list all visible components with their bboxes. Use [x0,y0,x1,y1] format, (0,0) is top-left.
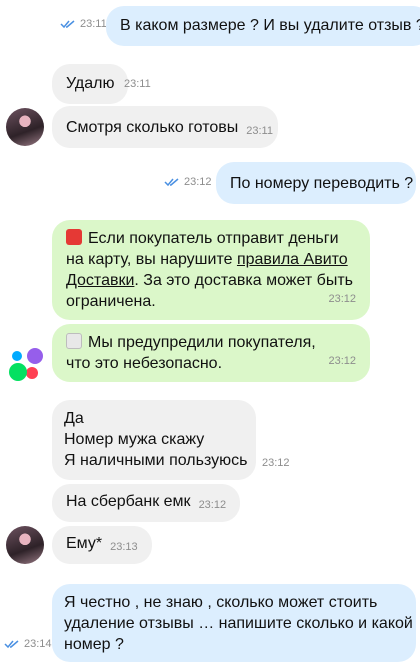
message-time: 23:12 [262,457,290,469]
message-meta: 23:14 [4,638,52,650]
message-time: 23:12 [328,355,356,367]
message-time: 23:12 [328,293,356,305]
message-text: Я честно , не знаю , сколько может стоит… [64,594,378,611]
message-text: Я наличными пользуюсь [64,452,248,469]
delivery-link[interactable]: Доставки [66,272,134,289]
incoming-message[interactable]: Смотря сколько готовы 23:11 [52,106,278,148]
double-check-icon [164,178,179,187]
message-meta: 23:12 [164,176,212,188]
chat-thread: 23:11 В каком размере ? И вы удалите отз… [0,0,420,671]
message-time: 23:11 [124,78,151,90]
message-text: Смотря сколько готовы [66,119,239,136]
message-text: удаление отзывы … напишите сколько и как… [64,615,413,632]
avatar[interactable] [6,526,44,564]
system-message: Если покупатель отправит деньги на карту… [52,220,370,320]
rules-link[interactable]: правила Авито [237,251,348,268]
message-text: Ему* [66,535,103,552]
message-text: Номер мужа скажу [64,431,205,448]
message-time: 23:11 [246,125,273,137]
message-text: Если покупатель отправит деньги [88,230,339,247]
avatar[interactable] [6,108,44,146]
incoming-message[interactable]: Ему* 23:13 [52,526,152,564]
message-time: 23:14 [24,638,52,650]
message-text: На сбербанк емк [66,493,191,510]
outgoing-message[interactable]: По номеру переводить ? [216,162,416,204]
message-text: что это небезопасно. [66,355,223,372]
message-text: По номеру переводить ? [230,175,414,192]
message-text: ограничена. [66,293,156,310]
message-time: 23:12 [184,176,212,188]
envelope-emoji [66,333,82,349]
avito-logo [9,348,43,381]
message-time: 23:11 [80,18,107,30]
outgoing-message[interactable]: В каком размере ? И вы удалите отзыв ? [106,6,420,46]
message-text: Удалю [66,75,115,92]
incoming-message[interactable]: Да Номер мужа скажу Я наличными пользуюс… [52,400,256,480]
outgoing-message[interactable]: Я честно , не знаю , сколько может стоит… [52,584,416,662]
siren-emoji [66,229,82,245]
message-text: . За это доставка может быть [134,272,353,289]
double-check-icon [60,20,75,29]
system-message: Мы предупредили покупателя, что это небе… [52,324,370,382]
message-text: номер ? [64,636,124,653]
message-text: на карту, вы нарушите [66,251,237,268]
message-text: В каком размере ? И вы удалите отзыв ? [120,17,420,34]
double-check-icon [4,640,19,649]
message-text: Мы предупредили покупателя, [88,334,316,351]
message-time: 23:12 [198,499,227,511]
message-time: 23:13 [110,541,138,553]
message-meta: 23:11 [60,18,107,30]
incoming-message[interactable]: На сбербанк емк 23:12 [52,484,240,522]
message-text: Да [64,410,84,427]
incoming-message[interactable]: Удалю [52,64,129,104]
